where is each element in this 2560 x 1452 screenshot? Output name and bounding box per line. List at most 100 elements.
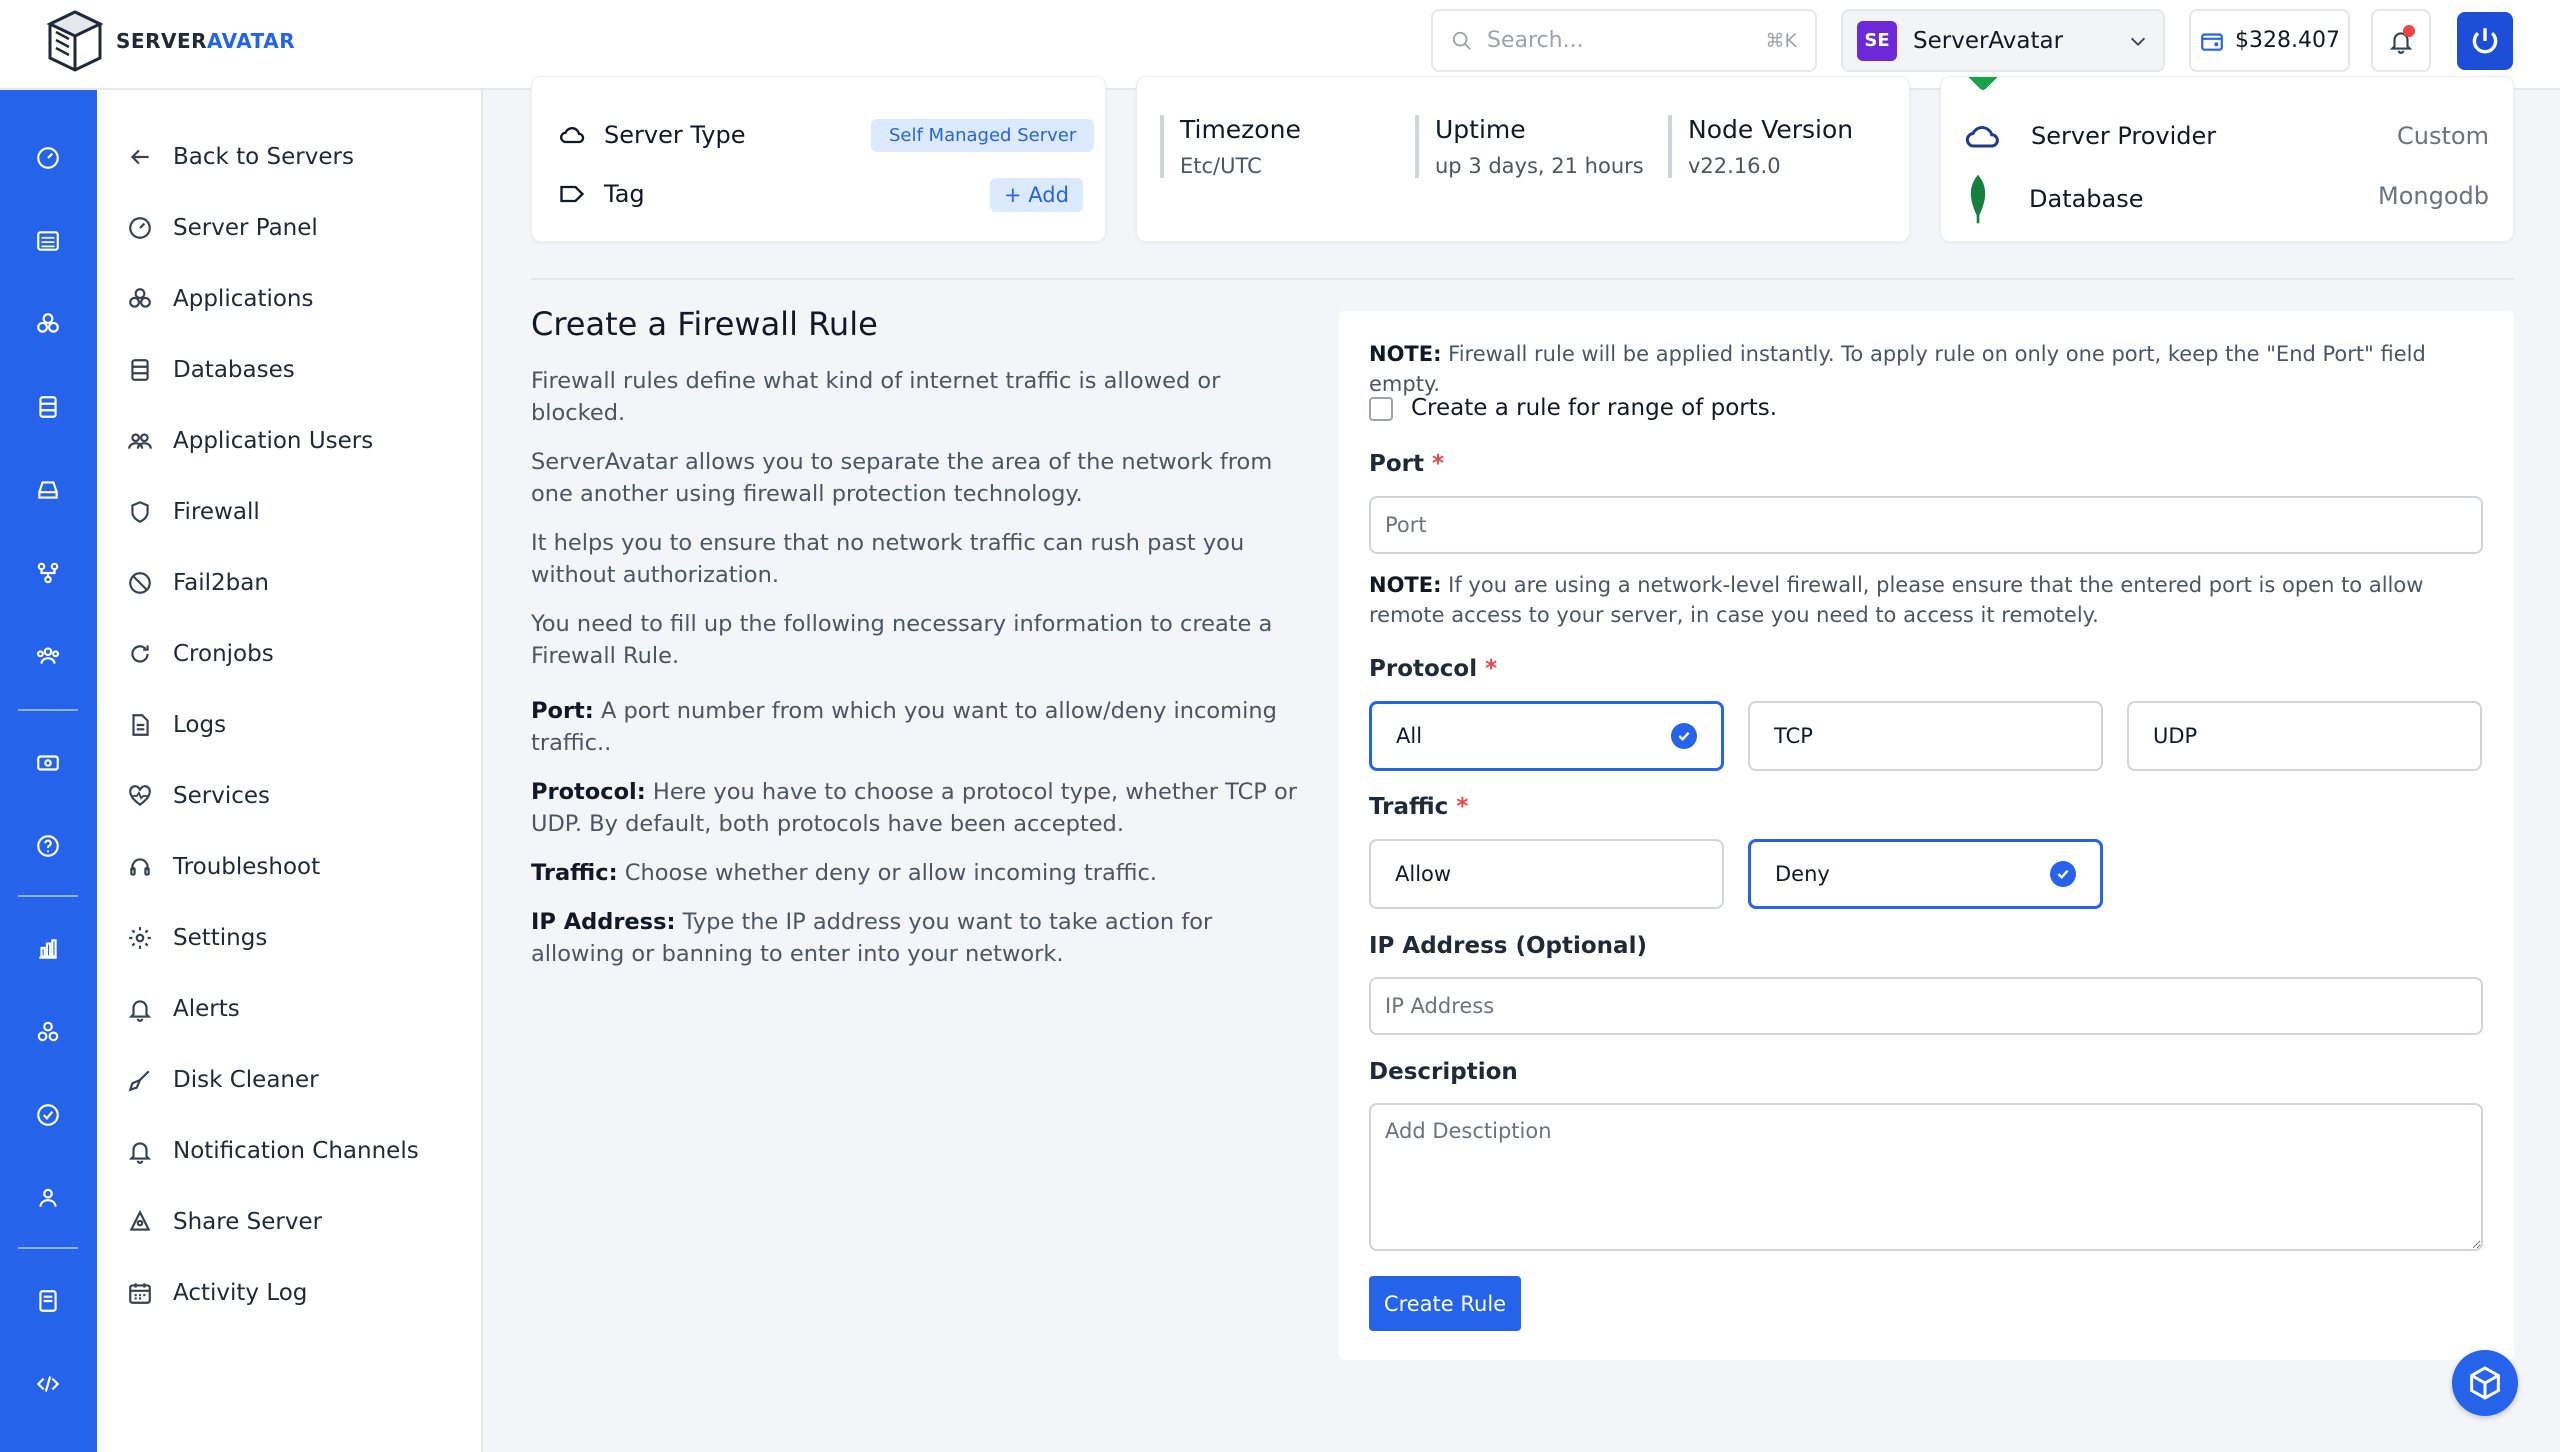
- mongodb-leaf-icon: [1970, 174, 1986, 224]
- uptime-value: up 3 days, 21 hours, ...: [1435, 154, 1645, 178]
- rail-analytics-icon[interactable]: [28, 929, 68, 969]
- protocol-option-all[interactable]: All: [1369, 701, 1724, 771]
- ip-definition: IP Address: Type the IP address you want…: [531, 909, 1213, 967]
- rail-billing-icon[interactable]: [28, 743, 68, 783]
- network-firewall-note: NOTE: If you are using a network-level f…: [1369, 573, 2424, 627]
- power-icon: [2472, 28, 2498, 54]
- rail-applications-icon[interactable]: [28, 304, 68, 344]
- status-indicator-icon: [1960, 77, 2006, 92]
- sidebar-item-label: Back to Servers: [173, 144, 354, 170]
- checkmark-icon: [1671, 723, 1697, 749]
- sidebar-item-label: Share Server: [173, 1209, 323, 1235]
- sidebar-item-back-to-servers[interactable]: Back to Servers: [127, 137, 354, 177]
- sidebar-item-label: Fail2ban: [173, 570, 269, 596]
- sidebar-item-alerts[interactable]: Alerts: [127, 989, 240, 1029]
- server-type-badge: Self Managed Server: [871, 119, 1095, 152]
- protocol-option-label: TCP: [1774, 724, 1813, 748]
- shield-icon: [131, 501, 149, 523]
- sidebar-item-label: Application Users: [173, 428, 374, 454]
- bell-icon: [128, 1000, 152, 1022]
- sidebar-item-label: Troubleshoot: [173, 854, 321, 880]
- sidebar-item-settings[interactable]: Settings: [127, 918, 267, 958]
- users-icon: [128, 433, 152, 449]
- uptime-stat: Uptime up 3 days, 21 hours, ...: [1415, 115, 1645, 178]
- server-type-row: Server Type: [558, 121, 745, 149]
- traffic-definition: Traffic: Choose whether deny or allow in…: [531, 860, 1158, 886]
- sidebar-item-application-users[interactable]: Application Users: [127, 421, 373, 461]
- sidebar-item-label: Applications: [173, 286, 314, 312]
- traffic-option-deny[interactable]: Deny: [1748, 839, 2103, 909]
- balance-amount: $328.407: [2235, 28, 2340, 53]
- port-input[interactable]: [1369, 496, 2483, 554]
- sidebar-item-label: Activity Log: [173, 1280, 308, 1306]
- sidebar-item-cronjobs[interactable]: Cronjobs: [127, 634, 274, 674]
- arrow-left-icon: [130, 149, 149, 165]
- protocol-label: Protocol *: [1369, 656, 1498, 682]
- logout-button[interactable]: [2457, 12, 2513, 70]
- gauge-icon: [129, 217, 151, 239]
- protocol-option-tcp[interactable]: TCP: [1748, 701, 2103, 771]
- search-box[interactable]: Search... ⌘K: [1431, 9, 1817, 72]
- rail-integrations-icon[interactable]: [28, 1012, 68, 1052]
- brand-logo[interactable]: SERVERAVATAR: [44, 8, 295, 74]
- notifications-button[interactable]: [2371, 9, 2431, 72]
- sidebar-item-fail2ban[interactable]: Fail2ban: [127, 563, 269, 603]
- rail-team-icon[interactable]: [28, 636, 68, 676]
- sidebar-item-applications[interactable]: Applications: [127, 279, 314, 319]
- cloud-icon: [1965, 126, 1999, 148]
- rail-support-icon[interactable]: [28, 1178, 68, 1218]
- node-version-label: Node Version: [1688, 115, 1854, 144]
- create-rule-button[interactable]: Create Rule: [1369, 1276, 1521, 1331]
- sidebar-item-label: Disk Cleaner: [173, 1067, 319, 1093]
- heartbeat-icon: [129, 785, 151, 806]
- account-avatar: SE: [1857, 20, 1897, 61]
- sidebar-item-share-server[interactable]: Share Server: [127, 1202, 322, 1242]
- wallet-balance-button[interactable]: $328.407: [2189, 9, 2350, 72]
- rail-help-icon[interactable]: [28, 826, 68, 866]
- apply-note: NOTE: Firewall rule will be applied inst…: [1369, 342, 2426, 396]
- ip-address-input[interactable]: [1369, 977, 2483, 1035]
- rail-api-icon[interactable]: [28, 1364, 68, 1404]
- account-name: ServerAvatar: [1913, 27, 2064, 54]
- sidebar-item-databases[interactable]: Databases: [127, 350, 295, 390]
- rail-git-icon[interactable]: [28, 553, 68, 593]
- sidebar-item-services[interactable]: Services: [127, 776, 270, 816]
- sidebar-item-firewall[interactable]: Firewall: [127, 492, 260, 532]
- sidebar-item-activity-log[interactable]: Activity Log: [127, 1273, 307, 1313]
- sidebar-item-server-panel[interactable]: Server Panel: [127, 208, 318, 248]
- help-widget-button[interactable]: [2452, 1350, 2518, 1416]
- rail-servers-icon[interactable]: [28, 221, 68, 261]
- sidebar-item-label: Services: [173, 783, 270, 809]
- traffic-option-allow[interactable]: Allow: [1369, 839, 1724, 909]
- ip-address-label: IP Address (Optional): [1369, 933, 1647, 959]
- rail-docs-icon[interactable]: [28, 1281, 68, 1321]
- description-textarea[interactable]: [1369, 1103, 2483, 1251]
- sidebar-item-disk-cleaner[interactable]: Disk Cleaner: [127, 1060, 319, 1100]
- protocol-option-label: UDP: [2153, 724, 2198, 748]
- protocol-option-udp[interactable]: UDP: [2127, 701, 2482, 771]
- rail-dashboard-icon[interactable]: [28, 138, 68, 178]
- port-range-checkbox[interactable]: [1369, 397, 1393, 421]
- rail-tasks-icon[interactable]: [28, 1095, 68, 1135]
- traffic-option-label: Deny: [1775, 862, 1830, 886]
- rail-databases-icon[interactable]: [28, 387, 68, 427]
- tag-row: Tag: [558, 180, 645, 208]
- share-icon: [129, 1209, 151, 1231]
- port-range-label[interactable]: Create a rule for range of ports.: [1411, 395, 1777, 421]
- sidebar-item-label: Databases: [173, 357, 295, 383]
- database-value: Mongodb: [2378, 182, 2489, 210]
- port-definition: Port: A port number from which you want …: [531, 698, 1277, 756]
- page-title: Create a Firewall Rule: [531, 305, 878, 343]
- protocol-definition: Protocol: Here you have to choose a prot…: [531, 779, 1298, 837]
- sidebar-item-troubleshoot[interactable]: Troubleshoot: [127, 847, 320, 887]
- rail-storage-icon[interactable]: [28, 470, 68, 510]
- bell-icon: [128, 1142, 152, 1164]
- gear-icon: [129, 927, 151, 949]
- account-switcher[interactable]: SE ServerAvatar: [1841, 9, 2165, 72]
- sidebar-item-logs[interactable]: Logs: [127, 705, 226, 745]
- sidebar-item-notification-channels[interactable]: Notification Channels: [127, 1131, 419, 1171]
- database-label: Database: [2029, 185, 2144, 213]
- add-tag-button[interactable]: + Add: [990, 178, 1083, 212]
- cloud-icon: [560, 127, 585, 144]
- firewall-intro: Create a Firewall Rule Firewall rules de…: [531, 305, 1301, 987]
